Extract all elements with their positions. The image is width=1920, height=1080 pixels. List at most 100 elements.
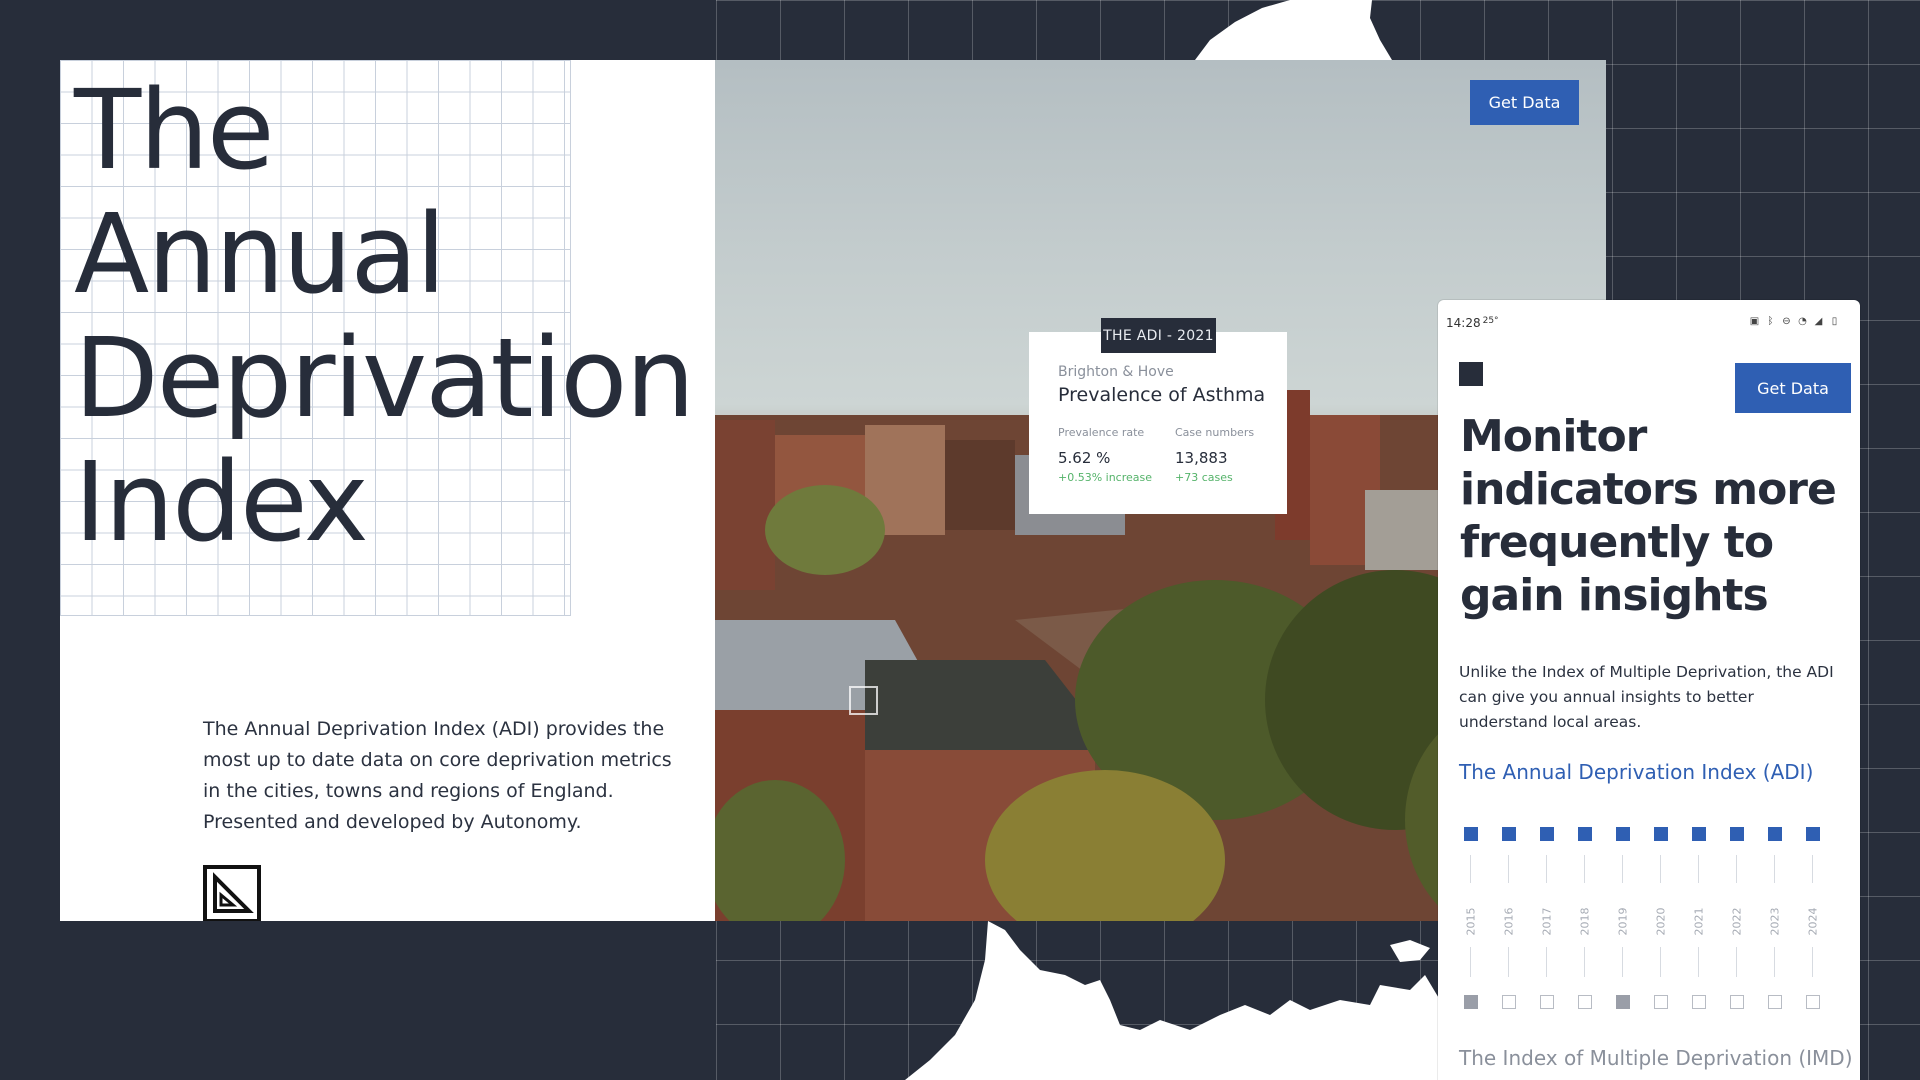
set-square-icon[interactable] bbox=[203, 865, 261, 921]
stat-card: Brighton & Hove Prevalence of Asthma Pre… bbox=[1029, 332, 1287, 514]
timeline-year-label: 2015 bbox=[1464, 907, 1478, 936]
timeline-connector bbox=[1470, 947, 1471, 977]
adi-year-marker bbox=[1502, 827, 1516, 841]
imd-year-marker bbox=[1692, 995, 1706, 1009]
timeline-year-label: 2021 bbox=[1692, 907, 1706, 936]
adi-year-marker bbox=[1540, 827, 1554, 841]
bluetooth-icon: ᛒ bbox=[1767, 316, 1774, 327]
adi-year-marker bbox=[1654, 827, 1668, 841]
timeline-connector bbox=[1774, 855, 1775, 883]
imd-year-marker bbox=[1806, 995, 1820, 1009]
stat-prevalence: Prevalence rate 5.62 % +0.53% increase bbox=[1058, 426, 1152, 484]
timeline-year-label: 2022 bbox=[1730, 907, 1744, 936]
timeline-year-2017[interactable]: 2017 bbox=[1537, 825, 1557, 1025]
imd-year-marker bbox=[1578, 995, 1592, 1009]
timeline-connector bbox=[1774, 947, 1775, 977]
timeline-year-label: 2017 bbox=[1540, 907, 1554, 936]
imd-year-marker bbox=[1654, 995, 1668, 1009]
title-line: Annual bbox=[74, 190, 446, 318]
dnd-icon: ⊖ bbox=[1782, 316, 1791, 327]
timeline-year-2023[interactable]: 2023 bbox=[1765, 825, 1785, 1025]
signal-icon: ◢ bbox=[1814, 316, 1823, 327]
timeline-year-2016[interactable]: 2016 bbox=[1499, 825, 1519, 1025]
stat-title: Prevalence of Asthma bbox=[1058, 384, 1266, 406]
timeline-year-2015[interactable]: 2015 bbox=[1461, 825, 1481, 1025]
timeline-year-label: 2018 bbox=[1578, 907, 1592, 936]
timeline-year-label: 2023 bbox=[1768, 907, 1782, 936]
phone-get-data-button[interactable]: Get Data bbox=[1735, 363, 1851, 413]
timeline-connector bbox=[1622, 947, 1623, 977]
adi-year-marker bbox=[1616, 827, 1630, 841]
phone-mockup: 14:28 25° ▣ ᛒ ⊖ ◔ ◢ ▯ Get Data Monitor in… bbox=[1438, 300, 1860, 1080]
page-title: The Annual Deprivation Index bbox=[74, 66, 695, 566]
stat-change: +0.53% increase bbox=[1058, 471, 1153, 484]
stat-label: Prevalence rate bbox=[1058, 426, 1145, 439]
timeline-year-2019[interactable]: 2019 bbox=[1613, 825, 1633, 1025]
stat-change: +73 cases bbox=[1175, 471, 1233, 484]
imd-year-marker bbox=[1502, 995, 1516, 1009]
stat-label: Case numbers bbox=[1175, 426, 1255, 439]
timeline-connector bbox=[1546, 947, 1547, 977]
imd-year-marker bbox=[1464, 995, 1478, 1009]
status-icons: ▣ ᛒ ⊖ ◔ ◢ ▯ bbox=[1749, 315, 1840, 328]
timeline-connector bbox=[1812, 947, 1813, 977]
adi-year-marker bbox=[1730, 827, 1744, 841]
adi-year-marker bbox=[1768, 827, 1782, 841]
title-line: The bbox=[74, 66, 275, 194]
adi-year-marker bbox=[1464, 827, 1478, 841]
timeline-connector bbox=[1508, 855, 1509, 883]
imd-year-marker bbox=[1730, 995, 1744, 1009]
timeline-connector bbox=[1698, 855, 1699, 883]
adi-year-marker bbox=[1692, 827, 1706, 841]
map-focus-marker[interactable] bbox=[849, 686, 878, 715]
timeline-connector bbox=[1622, 855, 1623, 883]
intro-paragraph: The Annual Deprivation Index (ADI) provi… bbox=[203, 718, 672, 833]
imd-heading: The Index of Multiple Deprivation (IMD) bbox=[1459, 1046, 1853, 1070]
stat-value: 13,883 bbox=[1175, 449, 1228, 467]
title-line: Deprivation bbox=[74, 314, 695, 442]
battery-icon: ▯ bbox=[1831, 316, 1838, 327]
adi-heading: The Annual Deprivation Index (ADI) bbox=[1459, 760, 1814, 784]
timeline-year-2022[interactable]: 2022 bbox=[1727, 825, 1747, 1025]
timeline-connector bbox=[1660, 855, 1661, 883]
imd-year-marker bbox=[1616, 995, 1630, 1009]
adi-year-marker bbox=[1806, 827, 1820, 841]
timeline-connector bbox=[1508, 947, 1509, 977]
timeline-connector bbox=[1546, 855, 1547, 883]
phone-paragraph: Unlike the Index of Multiple Deprivation… bbox=[1459, 663, 1834, 731]
adi-year-marker bbox=[1578, 827, 1592, 841]
get-data-button[interactable]: Get Data bbox=[1470, 80, 1579, 125]
imd-year-marker bbox=[1768, 995, 1782, 1009]
stat-cases: Case numbers 13,883 +73 cases bbox=[1175, 426, 1254, 484]
timeline-connector bbox=[1584, 947, 1585, 977]
status-time: 14:28 bbox=[1446, 316, 1481, 330]
title-line: Index bbox=[74, 438, 369, 566]
timeline-year-label: 2024 bbox=[1806, 907, 1820, 936]
timeline-year-label: 2016 bbox=[1502, 907, 1516, 936]
timeline-year-2020[interactable]: 2020 bbox=[1651, 825, 1671, 1025]
timeline-year-2021[interactable]: 2021 bbox=[1689, 825, 1709, 1025]
timeline-connector bbox=[1736, 855, 1737, 883]
timeline-year-label: 2020 bbox=[1654, 907, 1668, 936]
intro-card: The Annual Deprivation Index The Annual … bbox=[60, 60, 715, 921]
stat-place: Brighton & Hove bbox=[1058, 364, 1174, 380]
stat-tag: THE ADI - 2021 bbox=[1101, 318, 1216, 353]
stat-value: 5.62 % bbox=[1058, 449, 1111, 467]
timeline-year-label: 2019 bbox=[1616, 907, 1630, 936]
timeline-connector bbox=[1736, 947, 1737, 977]
phone-headline: Monitor indicators more frequently to ga… bbox=[1460, 411, 1837, 621]
timeline-year-2018[interactable]: 2018 bbox=[1575, 825, 1595, 1025]
timeline-connector bbox=[1470, 855, 1471, 883]
app-logo[interactable] bbox=[1459, 362, 1483, 386]
status-temperature: 25° bbox=[1482, 316, 1499, 326]
timeline-connector bbox=[1584, 855, 1585, 883]
imd-year-marker bbox=[1540, 995, 1554, 1009]
year-timeline: 2015 2016 2017 2018 2019 2020 2021 2022 2023 2024 bbox=[1438, 825, 1860, 1025]
wifi-icon: ◔ bbox=[1798, 316, 1807, 327]
status-bar-time: 14:28 25° bbox=[1446, 316, 1499, 330]
timeline-connector bbox=[1660, 947, 1661, 977]
timeline-connector bbox=[1812, 855, 1813, 883]
timeline-connector bbox=[1698, 947, 1699, 977]
timeline-year-2024[interactable]: 2024 bbox=[1803, 825, 1823, 1025]
nfc-icon: ▣ bbox=[1749, 316, 1760, 327]
